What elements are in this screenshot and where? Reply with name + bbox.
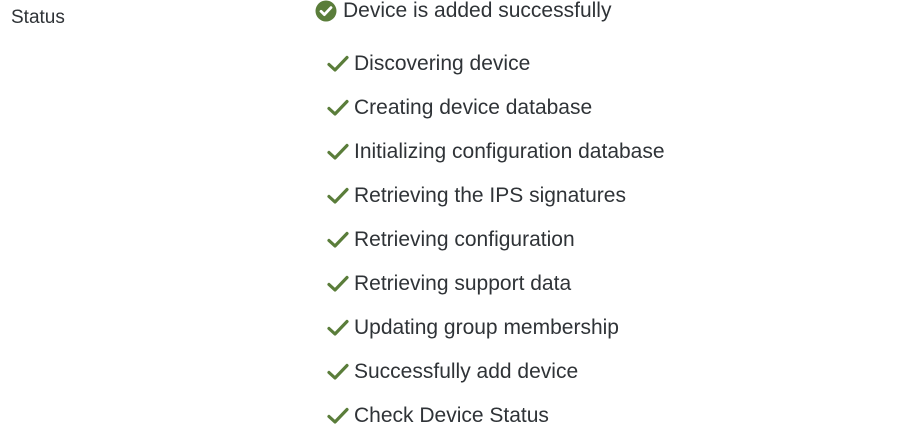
status-field-label: Status (11, 7, 65, 28)
status-step: Retrieving configuration (327, 218, 665, 262)
status-step: Check Device Status (327, 394, 665, 438)
check-icon (327, 319, 349, 336)
status-step-label: Retrieving support data (354, 272, 572, 295)
status-step-label: Initializing configuration database (354, 140, 665, 163)
status-step-label: Creating device database (354, 96, 593, 119)
status-summary: Device is added successfully (315, 0, 885, 22)
status-step-label: Retrieving the IPS signatures (354, 184, 626, 207)
status-step: Successfully add device (327, 350, 665, 394)
status-steps-list: Discovering device Creating device datab… (327, 42, 665, 438)
status-panel: Device is added successfully Discovering… (315, 0, 885, 427)
status-step-label: Successfully add device (354, 360, 579, 383)
check-circle-icon (315, 0, 337, 22)
status-step: Updating group membership (327, 306, 665, 350)
status-step-label: Retrieving configuration (354, 228, 575, 251)
check-icon (327, 363, 349, 380)
check-icon (327, 99, 349, 116)
status-step-label: Updating group membership (354, 316, 619, 339)
status-step: Initializing configuration database (327, 130, 665, 174)
check-icon (327, 55, 349, 72)
status-summary-text: Device is added successfully (343, 0, 612, 22)
check-icon (327, 143, 349, 160)
check-icon (327, 275, 349, 292)
status-step: Discovering device (327, 42, 665, 86)
status-step-label: Discovering device (354, 52, 531, 75)
status-step: Retrieving the IPS signatures (327, 174, 665, 218)
status-step: Creating device database (327, 86, 665, 130)
check-icon (327, 231, 349, 248)
status-step: Retrieving support data (327, 262, 665, 306)
check-icon (327, 407, 349, 424)
check-icon (327, 187, 349, 204)
status-step-label: Check Device Status (354, 404, 549, 427)
